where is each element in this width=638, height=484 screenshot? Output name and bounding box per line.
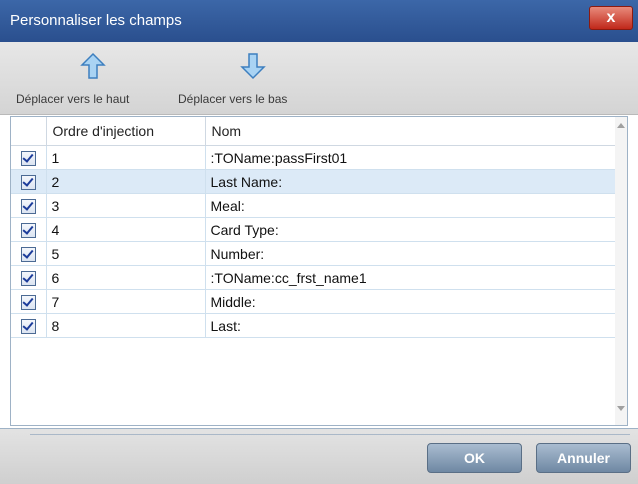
order-cell: 6	[46, 265, 206, 290]
title-bar: Personnaliser les champs x	[0, 0, 638, 42]
include-checkbox[interactable]	[20, 246, 36, 262]
customize-fields-dialog: Personnaliser les champs x Déplacer vers…	[0, 0, 638, 484]
move-down-label: Déplacer vers le bas	[178, 92, 288, 106]
include-checkbox[interactable]	[20, 222, 36, 238]
move-up-button[interactable]: Déplacer vers le haut	[16, 42, 176, 114]
table-row[interactable]: 1 :TOName:passFirst01	[11, 145, 616, 170]
order-cell: 7	[46, 289, 206, 314]
include-checkbox[interactable]	[20, 198, 36, 214]
order-cell: 8	[46, 313, 206, 338]
name-cell: Card Type:	[205, 217, 616, 242]
toolbar: Déplacer vers le haut Déplacer vers le b…	[0, 42, 638, 115]
include-checkbox[interactable]	[20, 150, 36, 166]
footer-divider	[30, 434, 630, 435]
dialog-title: Personnaliser les champs	[10, 12, 182, 29]
name-cell: Last Name:	[205, 169, 616, 194]
include-checkbox[interactable]	[20, 270, 36, 286]
name-cell: Meal:	[205, 193, 616, 218]
table-row[interactable]: 3 Meal:	[11, 193, 616, 218]
table-row[interactable]: 6 :TOName:cc_frst_name1	[11, 265, 616, 290]
arrow-up-icon	[80, 52, 106, 79]
fields-grid: Ordre d'injection Nom 1 :TOName:passFirs…	[10, 116, 628, 426]
order-cell: 4	[46, 217, 206, 242]
name-cell: :TOName:passFirst01	[205, 145, 616, 170]
close-icon: x	[606, 9, 616, 26]
include-checkbox[interactable]	[20, 294, 36, 310]
order-cell: 3	[46, 193, 206, 218]
include-checkbox[interactable]	[20, 318, 36, 334]
cancel-button[interactable]: Annuler	[536, 443, 631, 473]
order-cell: 1	[46, 145, 206, 170]
ok-button[interactable]: OK	[427, 443, 522, 473]
close-button[interactable]: x	[589, 6, 633, 30]
table-row[interactable]: 8 Last:	[11, 313, 616, 338]
table-row[interactable]: 4 Card Type:	[11, 217, 616, 242]
name-cell: Last:	[205, 313, 616, 338]
order-cell: 5	[46, 241, 206, 266]
table-row[interactable]: 7 Middle:	[11, 289, 616, 314]
name-cell: Number:	[205, 241, 616, 266]
table-header: Ordre d'injection Nom	[11, 117, 616, 146]
table-row[interactable]: 5 Number:	[11, 241, 616, 266]
table-row[interactable]: 2 Last Name:	[11, 169, 616, 194]
fields-table: Ordre d'injection Nom 1 :TOName:passFirs…	[11, 117, 616, 338]
include-checkbox[interactable]	[20, 174, 36, 190]
name-cell: :TOName:cc_frst_name1	[205, 265, 616, 290]
arrow-down-icon	[240, 53, 266, 80]
order-cell: 2	[46, 169, 206, 194]
checkbox-column-header	[11, 117, 47, 146]
name-column-header[interactable]: Nom	[205, 117, 616, 146]
order-column-header[interactable]: Ordre d'injection	[46, 117, 206, 146]
vertical-scrollbar[interactable]	[615, 117, 627, 425]
dialog-footer: OK Annuler	[0, 428, 638, 484]
move-up-label: Déplacer vers le haut	[16, 92, 130, 106]
scroll-down-icon[interactable]	[617, 406, 625, 411]
scroll-up-icon[interactable]	[617, 123, 625, 128]
move-down-button[interactable]: Déplacer vers le bas	[178, 42, 338, 114]
name-cell: Middle:	[205, 289, 616, 314]
